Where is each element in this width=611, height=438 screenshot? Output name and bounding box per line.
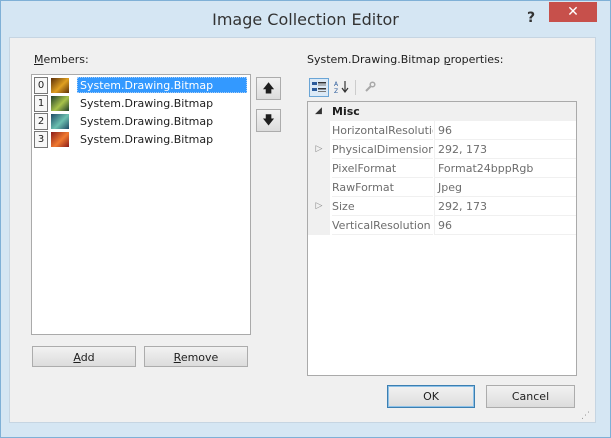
property-name: VerticalResolution xyxy=(332,216,433,235)
category-row-misc[interactable]: ◢ Misc xyxy=(308,102,576,121)
item-index: 2 xyxy=(34,113,48,130)
property-value[interactable]: 292, 173 xyxy=(434,197,576,216)
help-button[interactable]: ? xyxy=(518,8,544,28)
properties-label: System.Drawing.Bitmap properties: xyxy=(307,53,504,66)
svg-text:Z: Z xyxy=(334,88,338,94)
property-row[interactable]: RawFormat Jpeg xyxy=(308,178,576,197)
list-item[interactable]: 3 System.Drawing.Bitmap xyxy=(34,131,248,148)
svg-text:A: A xyxy=(334,81,339,88)
property-grid-toolbar: A Z xyxy=(307,78,575,98)
image-thumbnail xyxy=(51,132,69,147)
image-thumbnail xyxy=(51,114,69,129)
property-row[interactable]: VerticalResolution 96 xyxy=(308,216,576,235)
property-pages-button[interactable] xyxy=(360,78,380,97)
item-index: 3 xyxy=(34,131,48,148)
property-row[interactable]: ▷ Size 292, 173 xyxy=(308,197,576,216)
item-label: System.Drawing.Bitmap xyxy=(80,79,214,92)
move-down-button[interactable]: 🡇 xyxy=(256,109,281,132)
image-thumbnail xyxy=(51,96,69,111)
property-name: HorizontalResolution xyxy=(332,121,433,140)
expand-icon xyxy=(308,121,330,140)
categorized-icon xyxy=(312,82,326,92)
list-item[interactable]: 1 System.Drawing.Bitmap xyxy=(34,95,248,112)
ok-button[interactable]: OK xyxy=(387,385,475,408)
item-index: 0 xyxy=(34,77,48,94)
dialog-client-area: Members: 0 System.Drawing.Bitmap 1 System.D… xyxy=(9,37,596,423)
property-name: PhysicalDimension xyxy=(332,140,433,159)
property-value[interactable]: 96 xyxy=(434,121,576,140)
property-value[interactable]: Jpeg xyxy=(434,178,576,197)
property-name: RawFormat xyxy=(332,178,433,197)
cancel-button[interactable]: Cancel xyxy=(486,385,575,408)
item-index: 1 xyxy=(34,95,48,112)
members-label: Members: xyxy=(34,53,89,66)
property-value[interactable]: Format24bppRgb xyxy=(434,159,576,178)
members-listbox[interactable]: 0 System.Drawing.Bitmap 1 System.Drawing.Bi… xyxy=(31,74,251,335)
wrench-icon xyxy=(365,81,376,92)
property-row[interactable]: ▷ PhysicalDimension 292, 173 xyxy=(308,140,576,159)
property-name: Size xyxy=(332,197,433,216)
title-bar[interactable]: Image Collection Editor ? ✕ xyxy=(1,1,610,37)
arrow-up-icon: 🡅 xyxy=(262,81,275,95)
image-thumbnail xyxy=(51,78,69,93)
item-label: System.Drawing.Bitmap xyxy=(80,115,214,128)
move-up-button[interactable]: 🡅 xyxy=(256,77,281,100)
expand-icon xyxy=(308,159,330,178)
property-row[interactable]: PixelFormat Format24bppRgb xyxy=(308,159,576,178)
expand-icon xyxy=(308,178,330,197)
expand-icon[interactable]: ▷ xyxy=(308,140,330,159)
property-value[interactable]: 292, 173 xyxy=(434,140,576,159)
property-row[interactable]: HorizontalResolution96 xyxy=(308,121,576,140)
item-label: System.Drawing.Bitmap xyxy=(80,133,214,146)
property-grid[interactable]: ◢ Misc HorizontalResolution96▷PhysicalDi… xyxy=(307,101,577,376)
resize-grip-icon[interactable]: ⋰ xyxy=(581,411,591,421)
arrow-down-icon: 🡇 xyxy=(262,113,275,127)
list-item[interactable]: 0 System.Drawing.Bitmap xyxy=(34,77,248,94)
dialog-window: Image Collection Editor ? ✕ Members: 0 Sy… xyxy=(0,0,611,438)
close-icon: ✕ xyxy=(567,4,579,20)
property-value[interactable]: 96 xyxy=(434,216,576,235)
alphabetical-icon: A Z xyxy=(334,81,349,95)
expand-icon xyxy=(308,216,330,235)
expand-icon[interactable]: ▷ xyxy=(308,197,330,216)
toolbar-separator xyxy=(355,80,356,95)
collapse-icon[interactable]: ◢ xyxy=(315,102,322,121)
remove-button[interactable]: Remove xyxy=(144,346,248,367)
add-button[interactable]: Add xyxy=(32,346,136,367)
item-label: System.Drawing.Bitmap xyxy=(80,97,214,110)
list-item[interactable]: 2 System.Drawing.Bitmap xyxy=(34,113,248,130)
property-name: PixelFormat xyxy=(332,159,433,178)
close-button[interactable]: ✕ xyxy=(549,2,597,22)
category-name: Misc xyxy=(332,105,360,118)
categorized-button[interactable] xyxy=(309,78,329,97)
alphabetical-button[interactable]: A Z xyxy=(332,78,352,97)
